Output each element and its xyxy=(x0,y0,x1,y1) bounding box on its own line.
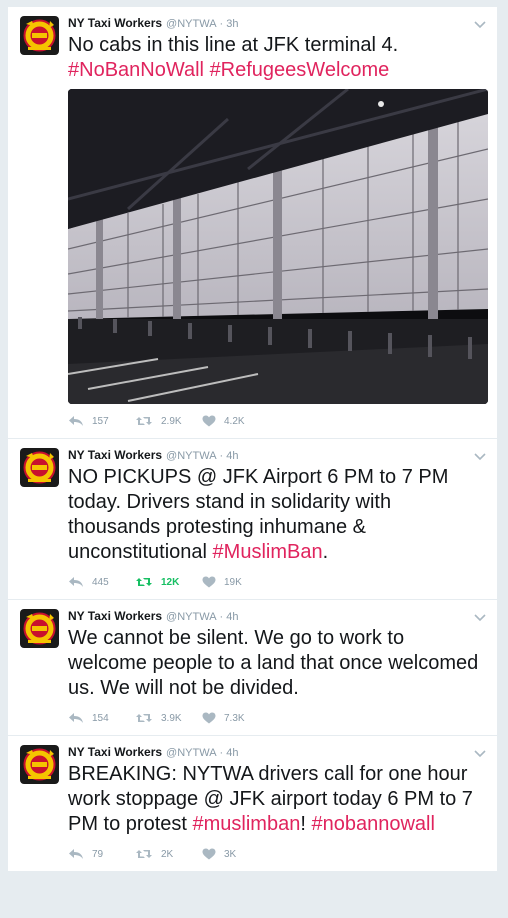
avatar[interactable] xyxy=(20,16,59,55)
chevron-down-icon[interactable] xyxy=(473,610,487,624)
reply-count: 445 xyxy=(92,576,109,588)
author-name[interactable]: NY Taxi Workers xyxy=(68,744,162,760)
reply-count: 154 xyxy=(92,712,109,724)
timestamp[interactable]: 4h xyxy=(226,448,238,464)
separator-dot: · xyxy=(219,611,224,623)
retweet-button[interactable]: 2K xyxy=(135,848,202,860)
separator-dot: · xyxy=(219,747,224,759)
retweet-count: 2K xyxy=(161,848,174,860)
tweet[interactable]: NY Taxi Workers @NYTWA · 3h No cabs in t… xyxy=(8,7,497,439)
like-count: 19K xyxy=(224,576,242,588)
chevron-down-icon[interactable] xyxy=(473,449,487,463)
tweet-header: NY Taxi Workers @NYTWA · 4h xyxy=(68,608,485,624)
nytwa-logo-icon xyxy=(20,609,59,648)
timestamp[interactable]: 4h xyxy=(226,609,238,625)
heart-icon xyxy=(202,576,216,588)
reply-button[interactable]: 157 xyxy=(68,415,135,427)
author-handle[interactable]: @NYTWA xyxy=(166,448,216,464)
tweet-text: NO PICKUPS @ JFK Airport 6 PM to 7 PM to… xyxy=(68,465,485,565)
tweet-text: No cabs in this line at JFK terminal 4. … xyxy=(68,33,485,83)
heart-icon xyxy=(202,712,216,724)
nytwa-logo-icon xyxy=(20,448,59,487)
tweet-text: BREAKING: NYTWA drivers call for one hou… xyxy=(68,762,485,837)
avatar[interactable] xyxy=(20,745,59,784)
retweet-count: 12K xyxy=(161,576,180,588)
like-count: 4.2K xyxy=(224,415,245,427)
chevron-down-icon[interactable] xyxy=(473,17,487,31)
like-count: 3K xyxy=(224,848,237,860)
author-handle[interactable]: @NYTWA xyxy=(166,745,216,761)
timeline: NY Taxi Workers @NYTWA · 3h No cabs in t… xyxy=(7,6,498,872)
tweet-actions: 154 3.9K 7.3K xyxy=(68,709,485,727)
like-button[interactable]: 4.2K xyxy=(202,415,269,427)
tweet-text-segment: ! xyxy=(300,813,312,835)
retweet-button[interactable]: 12K xyxy=(135,576,202,588)
reply-icon xyxy=(69,713,83,723)
author-name[interactable]: NY Taxi Workers xyxy=(68,15,162,31)
tweet[interactable]: NY Taxi Workers @NYTWA · 4h BREAKING: NY… xyxy=(8,736,497,871)
tweet-actions: 157 2.9K 4.2K xyxy=(68,412,485,430)
hashtag-link[interactable]: #nobannowall xyxy=(311,813,434,835)
heart-icon xyxy=(202,415,216,427)
retweet-count: 2.9K xyxy=(161,415,182,427)
reply-icon xyxy=(69,849,83,859)
nytwa-logo-icon xyxy=(20,745,59,784)
separator-dot: · xyxy=(219,450,224,462)
author-handle[interactable]: @NYTWA xyxy=(166,609,216,625)
reply-button[interactable]: 445 xyxy=(68,576,135,588)
like-count: 7.3K xyxy=(224,712,245,724)
nytwa-logo-icon xyxy=(20,16,59,55)
chevron-down-icon[interactable] xyxy=(473,746,487,760)
retweet-count: 3.9K xyxy=(161,712,182,724)
tweet-header: NY Taxi Workers @NYTWA · 3h xyxy=(68,15,485,31)
like-button[interactable]: 19K xyxy=(202,576,269,588)
reply-count: 157 xyxy=(92,415,109,427)
hashtag-link[interactable]: #muslimban xyxy=(193,813,301,835)
tweet-actions: 79 2K 3K xyxy=(68,845,485,863)
tweet-header: NY Taxi Workers @NYTWA · 4h xyxy=(68,744,485,760)
reply-icon xyxy=(69,416,83,426)
hashtag-link[interactable]: #NoBanNoWall xyxy=(68,59,204,81)
like-button[interactable]: 3K xyxy=(202,848,269,860)
hashtag-link[interactable]: #MuslimBan xyxy=(213,541,323,563)
author-name[interactable]: NY Taxi Workers xyxy=(68,447,162,463)
timestamp[interactable]: 4h xyxy=(226,745,238,761)
retweet-button[interactable]: 2.9K xyxy=(135,415,202,427)
terminal-photo-image xyxy=(68,89,488,404)
reply-button[interactable]: 79 xyxy=(68,848,135,860)
tweet[interactable]: NY Taxi Workers @NYTWA · 4h We cannot be… xyxy=(8,600,497,736)
reply-icon xyxy=(69,577,83,587)
tweet-text-segment: . xyxy=(322,541,329,563)
retweet-icon xyxy=(136,714,152,722)
like-button[interactable]: 7.3K xyxy=(202,712,269,724)
hashtag-link[interactable]: #RefugeesWelcome xyxy=(210,59,390,81)
author-name[interactable]: NY Taxi Workers xyxy=(68,608,162,624)
author-handle[interactable]: @NYTWA xyxy=(166,16,216,32)
separator-dot: · xyxy=(219,18,224,30)
avatar[interactable] xyxy=(20,448,59,487)
retweet-icon xyxy=(136,578,152,586)
tweet-photo[interactable] xyxy=(68,89,488,404)
heart-icon xyxy=(202,848,216,860)
tweet-text-segment: No cabs in this line at JFK terminal 4. xyxy=(68,34,399,56)
tweet-actions: 445 12K 19K xyxy=(68,573,485,591)
timestamp[interactable]: 3h xyxy=(226,16,238,32)
reply-count: 79 xyxy=(92,848,104,860)
tweet-text: We cannot be silent. We go to work to we… xyxy=(68,626,485,701)
reply-button[interactable]: 154 xyxy=(68,712,135,724)
avatar[interactable] xyxy=(20,609,59,648)
tweet-text-segment: We cannot be silent. We go to work to we… xyxy=(68,627,479,699)
retweet-button[interactable]: 3.9K xyxy=(135,712,202,724)
tweet-header: NY Taxi Workers @NYTWA · 4h xyxy=(68,447,485,463)
tweet[interactable]: NY Taxi Workers @NYTWA · 4h NO PICKUPS @… xyxy=(8,439,497,600)
retweet-icon xyxy=(136,850,152,858)
retweet-icon xyxy=(136,417,152,425)
